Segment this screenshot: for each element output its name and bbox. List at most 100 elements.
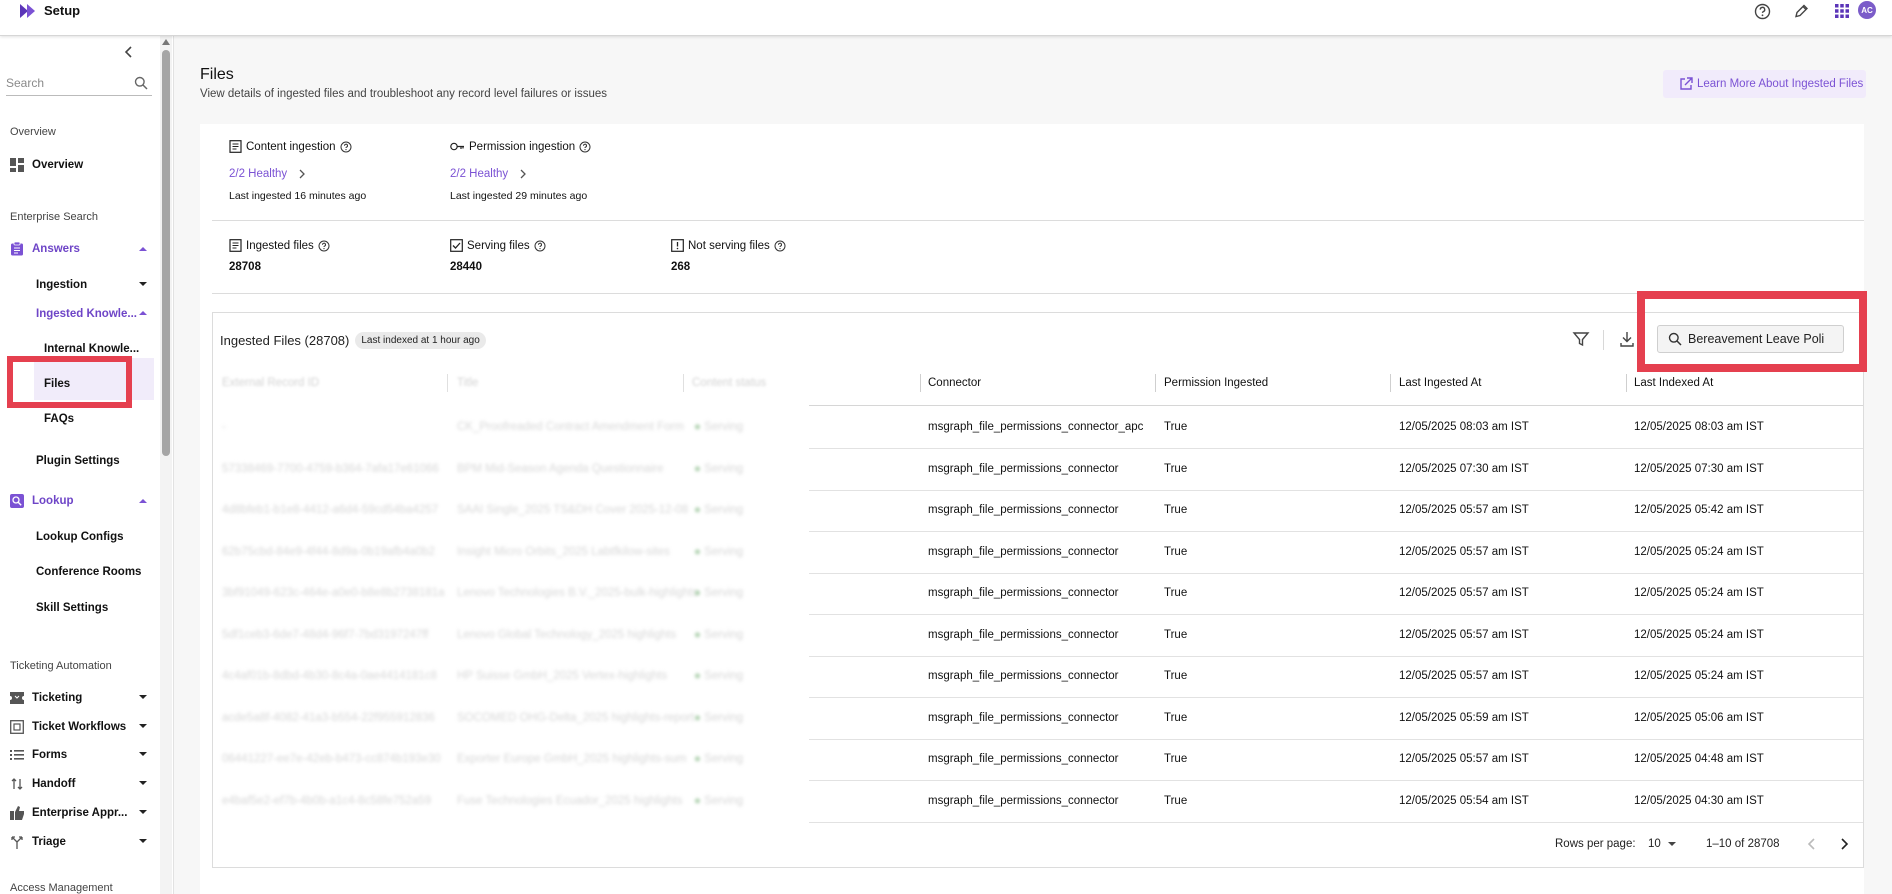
stat-label-text: Ingested files [246,239,314,252]
column-separator[interactable] [920,374,921,392]
page-subtitle: View details of ingested files and troub… [200,88,607,100]
download-icon[interactable] [1618,330,1636,348]
cell-last-ingested-at: 12/05/2025 05:57 am IST [1399,670,1529,682]
cell-last-indexed-at: 12/05/2025 07:30 am IST [1634,462,1764,475]
cell-connector: msgraph_file_permissions_connector_apc [928,421,1144,433]
content-health-link[interactable]: 2/2 Healthy [229,168,307,180]
chevron-down-icon[interactable] [138,749,148,759]
column-header-last-ingested-at[interactable]: Last Ingested At [1399,377,1481,389]
sidebar-item-ingestion[interactable]: Ingestion [36,275,87,295]
help-icon[interactable] [579,141,591,153]
scroll-up-icon[interactable] [162,38,170,46]
sidebar-item-forms[interactable]: Forms [10,745,67,765]
chevron-down-icon[interactable] [138,807,148,817]
cell-connector: msgraph_file_permissions_connector [928,670,1119,682]
column-header-permission-ingested[interactable]: Permission Ingested [1164,377,1268,389]
serving-files-label: Serving files [450,239,546,252]
learn-more-button[interactable]: Learn More About Ingested Files [1663,70,1866,98]
chevron-down-icon[interactable] [138,279,148,289]
help-icon[interactable] [534,240,546,252]
avatar[interactable]: AC [1858,1,1876,19]
column-header-connector[interactable]: Connector [928,377,981,389]
chevron-down-icon[interactable] [138,778,148,788]
checkbox-icon [450,239,463,252]
page-title: Files [200,66,234,83]
sidebar-item-label: Ticket Workflows [32,721,127,733]
sidebar-item-lookup[interactable]: Lookup [10,491,74,511]
cell-last-indexed-at: 12/05/2025 05:06 am IST [1634,711,1764,724]
content-last-ingested: Last ingested 16 minutes ago [229,190,367,202]
app-title: Setup [44,3,81,18]
next-page-icon[interactable] [1836,836,1852,852]
sidebar-search-input[interactable] [6,72,126,94]
sidebar-search[interactable] [6,72,152,96]
chevron-down-icon[interactable] [138,836,148,846]
app-logo-icon[interactable] [20,3,38,19]
cell-permission-ingested: True [1164,545,1188,558]
apps-grid-icon[interactable] [1832,1,1852,21]
rows-per-page-select[interactable]: 10 [1648,838,1677,850]
sidebar-item-label: Lookup [32,495,74,507]
column-separator[interactable] [1155,374,1156,392]
sidebar-item-label: Enterprise Appr... [32,807,128,819]
column-header-last-indexed-at[interactable]: Last Indexed At [1634,377,1713,389]
cell-last-ingested-at: 12/05/2025 05:54 am IST [1399,794,1529,807]
cell-last-indexed-at: 12/05/2025 05:24 am IST [1634,545,1764,558]
rows-per-page-label: Rows per page: [1555,838,1636,850]
cell-connector: msgraph_file_permissions_connector [928,587,1119,599]
sidebar-item-label: Answers [32,243,80,255]
help-icon[interactable] [318,240,330,252]
blurred-columns-overlay [213,373,809,829]
collapse-sidebar-icon[interactable] [122,45,136,59]
chevron-down-icon[interactable] [138,721,148,731]
sidebar-item-plugin-settings[interactable]: Plugin Settings [36,451,120,471]
edit-icon[interactable] [1792,1,1812,21]
cell-last-ingested-at: 12/05/2025 05:59 am IST [1399,711,1529,724]
help-icon[interactable] [1752,1,1772,21]
table-header: Ingested Files (28708) Last indexed at 1… [220,332,486,349]
permission-health-link[interactable]: 2/2 Healthy [450,168,528,180]
document-icon [229,140,242,153]
sidebar-item-triage[interactable]: Triage [10,832,66,852]
chevron-down-icon[interactable] [138,692,148,702]
row-divider [809,489,1863,491]
help-icon[interactable] [340,141,352,153]
highlight-annotation-search [1637,291,1867,372]
column-separator[interactable] [1626,374,1627,392]
row-divider [809,572,1863,574]
previous-page-icon[interactable] [1804,836,1820,852]
sidebar-item-skill-settings[interactable]: Skill Settings [36,598,108,618]
sidebar-item-ingested-knowledge[interactable]: Ingested Knowle... [36,304,137,324]
triage-icon [10,835,24,849]
chevron-up-icon[interactable] [138,496,148,506]
list-icon [10,748,24,762]
cell-connector: msgraph_file_permissions_connector [928,794,1119,807]
sidebar-scrollbar-thumb[interactable] [162,50,170,456]
permission-ingestion-label: Permission ingestion [450,140,591,153]
chevron-right-icon [299,169,306,179]
sidebar-item-enterprise-approvals[interactable]: Enterprise Appr... [10,803,127,823]
filter-icon[interactable] [1572,330,1590,348]
search-icon[interactable] [134,76,148,90]
cell-permission-ingested: True [1164,628,1188,641]
sidebar-item-overview[interactable]: Overview [10,155,83,175]
swap-vertical-icon [10,777,24,791]
sidebar-item-ticket-workflows[interactable]: Ticket Workflows [10,717,126,737]
sidebar-item-handoff[interactable]: Handoff [10,774,75,794]
sidebar-item-conference-rooms[interactable]: Conference Rooms [36,562,141,582]
chevron-up-icon[interactable] [138,308,148,318]
sidebar-item-lookup-configs[interactable]: Lookup Configs [36,527,124,547]
cell-last-ingested-at: 12/05/2025 05:57 am IST [1399,504,1529,516]
sidebar-item-answers[interactable]: Answers [10,239,80,259]
ticket-icon [10,691,24,705]
help-icon[interactable] [774,240,786,252]
row-divider [809,738,1863,740]
sidebar-item-label: Conference Rooms [36,566,142,578]
chevron-up-icon[interactable] [138,244,148,254]
lookup-icon [10,494,24,508]
sidebar-item-faqs[interactable]: FAQs [44,409,74,429]
health-status: 2/2 Healthy [229,168,288,180]
column-separator[interactable] [1390,374,1391,392]
sidebar-item-ticketing[interactable]: Ticketing [10,688,82,708]
sidebar-item-label: FAQs [44,413,75,425]
